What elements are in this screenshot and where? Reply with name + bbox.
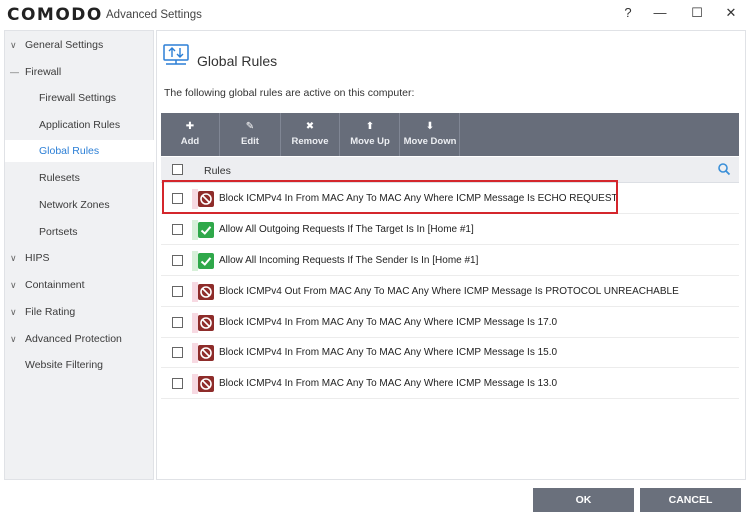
- sidebar-item-firewall[interactable]: — Firewall: [5, 61, 154, 83]
- chevron-down-icon: ∨: [10, 40, 17, 50]
- chevron-down-icon: ∨: [10, 253, 17, 263]
- global-rules-icon: [163, 44, 189, 65]
- main-panel: Global Rules The following global rules …: [156, 30, 746, 480]
- block-icon: [198, 284, 214, 300]
- sidebar-item-rulesets[interactable]: Rulesets: [5, 167, 154, 189]
- sidebar-item-hips[interactable]: ∨ HIPS: [5, 247, 154, 269]
- row-checkbox[interactable]: [172, 255, 183, 266]
- rule-row[interactable]: Block ICMPv4 In From MAC Any To MAC Any …: [161, 338, 739, 368]
- maximize-button[interactable]: ☐: [684, 3, 710, 23]
- chevron-down-icon: ∨: [10, 280, 17, 290]
- sidebar-item-label: Firewall Settings: [39, 92, 117, 104]
- rule-text: Block ICMPv4 In From MAC Any To MAC Any …: [219, 317, 558, 328]
- sidebar-item-website-filtering[interactable]: Website Filtering: [5, 354, 154, 376]
- arrow-down-icon: ⬇: [425, 121, 435, 132]
- rule-text: Block ICMPv4 Out From MAC Any To MAC Any…: [219, 286, 679, 297]
- move-down-label: Move Down: [403, 136, 457, 147]
- rules-column-header: Rules: [161, 157, 739, 183]
- sidebar-item-firewall-settings[interactable]: Firewall Settings: [5, 87, 154, 109]
- sidebar-item-containment[interactable]: ∨ Containment: [5, 274, 154, 296]
- rule-row[interactable]: Block ICMPv4 In From MAC Any To MAC Any …: [161, 308, 739, 338]
- block-icon: [198, 376, 214, 392]
- block-icon: [198, 191, 214, 207]
- rule-text: Allow All Incoming Requests If The Sende…: [219, 255, 479, 266]
- sidebar-item-label: Portsets: [39, 226, 78, 238]
- help-button[interactable]: ?: [615, 3, 641, 23]
- sidebar-item-portsets[interactable]: Portsets: [5, 221, 154, 243]
- sidebar-item-application-rules[interactable]: Application Rules: [5, 114, 154, 136]
- rule-row[interactable]: Block ICMPv4 Out From MAC Any To MAC Any…: [161, 277, 739, 307]
- allow-check-icon: [198, 253, 214, 269]
- sidebar-item-label: HIPS: [25, 252, 50, 264]
- page-subtitle: The following global rules are active on…: [164, 87, 415, 99]
- arrow-up-icon: ⬆: [365, 121, 375, 132]
- sidebar-item-label: Advanced Protection: [25, 333, 122, 345]
- rule-row[interactable]: Block ICMPv4 In From MAC Any To MAC Any …: [161, 184, 739, 214]
- sidebar-item-label: Network Zones: [39, 199, 110, 211]
- toolbar-divider: [459, 113, 460, 156]
- toolbar-divider: [339, 113, 340, 156]
- move-down-button[interactable]: ⬇ Move Down: [401, 113, 459, 156]
- page-title: Global Rules: [197, 53, 278, 69]
- sidebar-item-label: File Rating: [25, 306, 76, 318]
- chevron-down-icon: ∨: [10, 334, 17, 344]
- sidebar-item-advanced-protection[interactable]: ∨ Advanced Protection: [5, 328, 154, 350]
- plus-icon: ✚: [185, 121, 195, 132]
- ok-button[interactable]: OK: [533, 488, 634, 512]
- sidebar-item-network-zones[interactable]: Network Zones: [5, 194, 154, 216]
- close-button[interactable]: ✕: [718, 3, 744, 23]
- chevron-down-icon: ∨: [10, 307, 17, 317]
- row-checkbox[interactable]: [172, 193, 183, 204]
- x-icon: ✖: [305, 121, 315, 132]
- sidebar-item-file-rating[interactable]: ∨ File Rating: [5, 301, 154, 323]
- title-bar: COMODO Advanced Settings ? — ☐ ✕: [0, 0, 750, 30]
- sidebar-item-label: Containment: [25, 279, 85, 291]
- sidebar-item-label: Application Rules: [39, 119, 121, 131]
- row-checkbox[interactable]: [172, 286, 183, 297]
- comodo-logo: COMODO: [7, 5, 103, 25]
- rule-row[interactable]: Allow All Outgoing Requests If The Targe…: [161, 215, 739, 245]
- sidebar-item-general-settings[interactable]: ∨ General Settings: [5, 34, 154, 56]
- sidebar-item-global-rules[interactable]: Global Rules: [5, 140, 154, 162]
- rules-column-label: Rules: [204, 165, 231, 177]
- rule-text: Block ICMPv4 In From MAC Any To MAC Any …: [219, 378, 558, 389]
- remove-button[interactable]: ✖ Remove: [281, 113, 339, 156]
- remove-label: Remove: [291, 136, 329, 147]
- rule-row[interactable]: Allow All Incoming Requests If The Sende…: [161, 246, 739, 276]
- toolbar-divider: [219, 113, 220, 156]
- cancel-button[interactable]: CANCEL: [640, 488, 741, 512]
- move-up-label: Move Up: [350, 136, 390, 147]
- rule-row[interactable]: Block ICMPv4 In From MAC Any To MAC Any …: [161, 369, 739, 399]
- sidebar-item-label: Global Rules: [39, 145, 100, 157]
- rule-text: Allow All Outgoing Requests If The Targe…: [219, 224, 474, 235]
- sidebar-item-label: Rulesets: [39, 172, 80, 184]
- row-checkbox[interactable]: [172, 378, 183, 389]
- row-checkbox[interactable]: [172, 317, 183, 328]
- pencil-icon: ✎: [245, 121, 255, 132]
- window-title: Advanced Settings: [106, 9, 202, 21]
- minimize-button[interactable]: —: [647, 3, 673, 23]
- sidebar: ∨ General Settings — Firewall Firewall S…: [4, 30, 154, 480]
- edit-button[interactable]: ✎ Edit: [221, 113, 279, 156]
- rule-text: Block ICMPv4 In From MAC Any To MAC Any …: [219, 347, 558, 358]
- edit-label: Edit: [241, 136, 259, 147]
- rules-toolbar: ✚ Add ✎ Edit ✖ Remove ⬆ Move Up ⬇ Move D…: [161, 113, 739, 156]
- add-label: Add: [180, 136, 200, 147]
- move-up-button[interactable]: ⬆ Move Up: [341, 113, 399, 156]
- sidebar-item-label: General Settings: [25, 39, 104, 51]
- toolbar-divider: [399, 113, 400, 156]
- select-all-checkbox[interactable]: [172, 164, 183, 175]
- allow-check-icon: [198, 222, 214, 238]
- add-button[interactable]: ✚ Add: [161, 113, 219, 156]
- row-checkbox[interactable]: [172, 347, 183, 358]
- sidebar-item-label: Firewall: [25, 66, 62, 78]
- row-checkbox[interactable]: [172, 224, 183, 235]
- rule-text: Block ICMPv4 In From MAC Any To MAC Any …: [219, 193, 618, 204]
- block-icon: [198, 345, 214, 361]
- block-icon: [198, 315, 214, 331]
- search-icon[interactable]: [717, 162, 731, 176]
- collapse-icon: —: [10, 67, 19, 77]
- sidebar-item-label: Website Filtering: [25, 359, 104, 371]
